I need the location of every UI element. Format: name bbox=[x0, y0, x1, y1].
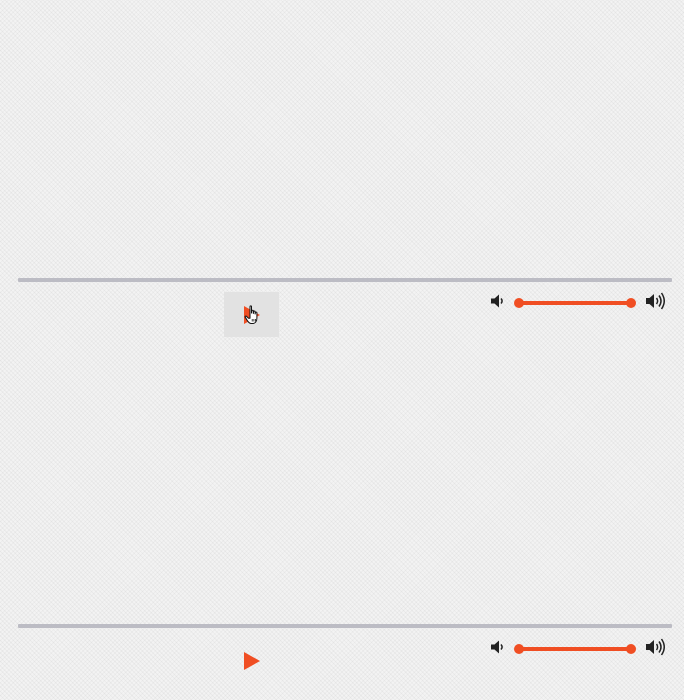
progress-bar[interactable] bbox=[18, 624, 672, 628]
play-icon bbox=[243, 651, 260, 670]
audio-player-2 bbox=[0, 622, 684, 682]
volume-slider[interactable] bbox=[514, 298, 636, 308]
volume-slider-start bbox=[514, 644, 524, 654]
play-button[interactable] bbox=[224, 638, 279, 683]
volume-slider-start bbox=[514, 298, 524, 308]
volume-high-icon[interactable] bbox=[645, 638, 667, 656]
hand-cursor-icon bbox=[244, 305, 258, 324]
progress-bar[interactable] bbox=[18, 278, 672, 282]
volume-track bbox=[518, 647, 632, 651]
volume-fill bbox=[518, 301, 632, 305]
play-button[interactable] bbox=[224, 292, 279, 337]
volume-fill bbox=[518, 647, 632, 651]
audio-player-1 bbox=[0, 276, 684, 337]
volume-slider-handle[interactable] bbox=[626, 298, 636, 308]
volume-track bbox=[518, 301, 632, 305]
volume-low-icon[interactable] bbox=[490, 639, 506, 655]
volume-high-icon[interactable] bbox=[645, 292, 667, 310]
volume-slider-handle[interactable] bbox=[626, 644, 636, 654]
volume-slider[interactable] bbox=[514, 644, 636, 654]
volume-low-icon[interactable] bbox=[490, 293, 506, 309]
